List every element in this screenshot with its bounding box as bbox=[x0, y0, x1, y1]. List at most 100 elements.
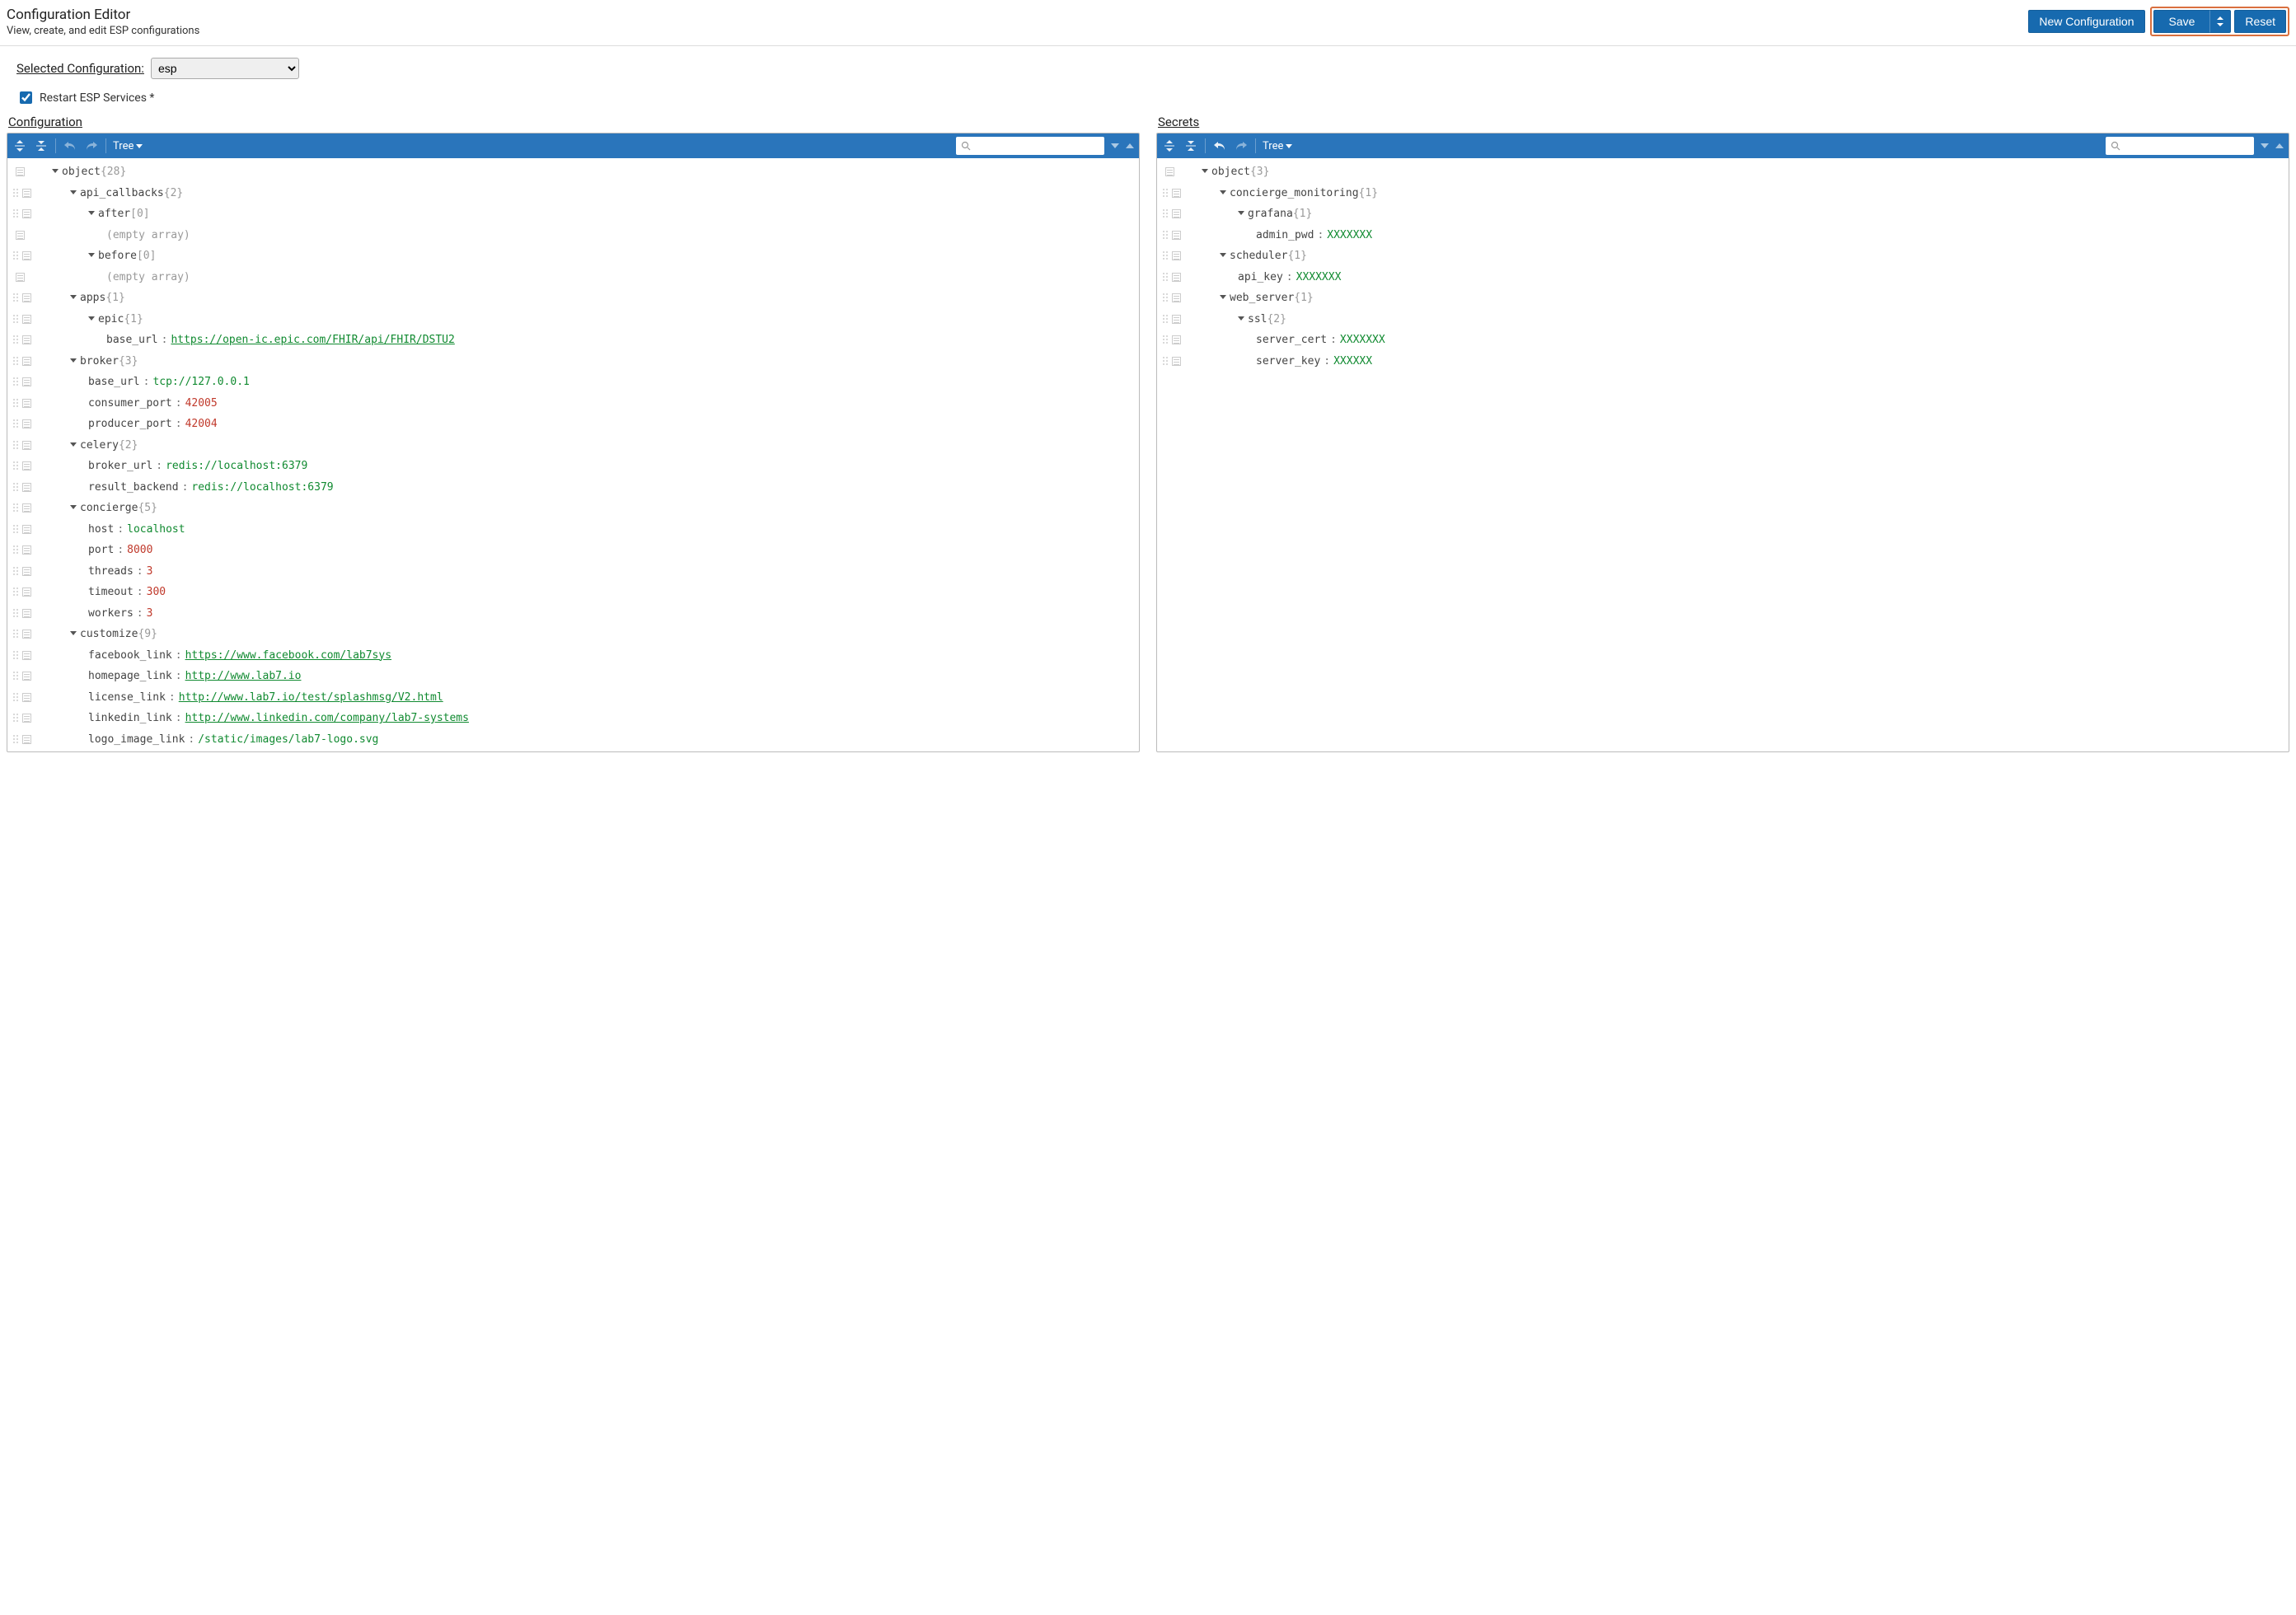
expand-caret-icon[interactable] bbox=[1238, 316, 1244, 321]
node-value[interactable]: redis://localhost:6379 bbox=[191, 480, 333, 496]
drag-handle-icon[interactable] bbox=[12, 692, 19, 703]
view-mode-dropdown[interactable]: Tree bbox=[113, 140, 143, 152]
drag-handle-icon[interactable] bbox=[12, 566, 19, 577]
drag-handle-icon[interactable] bbox=[12, 398, 19, 409]
tree-row[interactable]: server_key:XXXXXX bbox=[1157, 351, 2289, 372]
expand-caret-icon[interactable] bbox=[70, 358, 77, 363]
tree-row[interactable]: logo_image_link:/static/images/lab7-logo… bbox=[7, 729, 1139, 751]
row-menu-icon[interactable] bbox=[1172, 357, 1181, 366]
search-prev-button[interactable] bbox=[1126, 143, 1134, 148]
search-next-button[interactable] bbox=[2261, 143, 2269, 148]
node-value[interactable]: localhost bbox=[127, 522, 185, 538]
row-menu-icon[interactable] bbox=[1172, 273, 1181, 282]
drag-handle-icon[interactable] bbox=[12, 524, 19, 535]
drag-handle-icon[interactable] bbox=[12, 650, 19, 661]
drag-handle-icon[interactable] bbox=[12, 545, 19, 555]
collapse-all-button[interactable] bbox=[34, 138, 49, 153]
drag-handle-icon[interactable] bbox=[12, 377, 19, 387]
drag-handle-icon[interactable] bbox=[12, 356, 19, 367]
node-value[interactable]: https://open-ic.epic.com/FHIR/api/FHIR/D… bbox=[171, 332, 454, 349]
tree-row[interactable]: server_cert:XXXXXXX bbox=[1157, 330, 2289, 351]
expand-caret-icon[interactable] bbox=[88, 253, 95, 257]
tree-row[interactable]: license_link:http://www.lab7.io/test/spl… bbox=[7, 687, 1139, 709]
row-menu-icon[interactable] bbox=[22, 209, 31, 218]
save-dropdown-button[interactable] bbox=[2210, 10, 2231, 33]
drag-handle-icon[interactable] bbox=[12, 503, 19, 513]
row-menu-icon[interactable] bbox=[22, 693, 31, 702]
node-value[interactable]: tcp://127.0.0.1 bbox=[152, 374, 249, 391]
expand-caret-icon[interactable] bbox=[70, 442, 77, 447]
row-menu-icon[interactable] bbox=[22, 189, 31, 198]
expand-caret-icon[interactable] bbox=[88, 211, 95, 215]
undo-button[interactable] bbox=[1212, 138, 1227, 153]
row-menu-icon[interactable] bbox=[16, 167, 25, 176]
row-menu-icon[interactable] bbox=[1172, 335, 1181, 344]
row-menu-icon[interactable] bbox=[22, 567, 31, 576]
tree-row[interactable]: admin_pwd:XXXXXXX bbox=[1157, 225, 2289, 246]
row-menu-icon[interactable] bbox=[22, 377, 31, 386]
view-mode-dropdown[interactable]: Tree bbox=[1263, 140, 1292, 152]
tree-row[interactable]: celery {2} bbox=[7, 435, 1139, 456]
row-menu-icon[interactable] bbox=[1172, 209, 1181, 218]
row-menu-icon[interactable] bbox=[22, 251, 31, 260]
row-menu-icon[interactable] bbox=[22, 483, 31, 492]
row-menu-icon[interactable] bbox=[22, 357, 31, 366]
drag-handle-icon[interactable] bbox=[1162, 208, 1169, 219]
tree-row[interactable]: object {3} bbox=[1157, 162, 2289, 183]
tree-row[interactable]: consumer_port:42005 bbox=[7, 393, 1139, 414]
drag-handle-icon[interactable] bbox=[12, 671, 19, 681]
drag-handle-icon[interactable] bbox=[1162, 230, 1169, 241]
drag-handle-icon[interactable] bbox=[12, 629, 19, 639]
row-menu-icon[interactable] bbox=[22, 630, 31, 639]
row-menu-icon[interactable] bbox=[1165, 167, 1174, 176]
row-menu-icon[interactable] bbox=[1172, 293, 1181, 302]
tree-row[interactable]: after [0] bbox=[7, 204, 1139, 225]
row-menu-icon[interactable] bbox=[22, 399, 31, 408]
expand-caret-icon[interactable] bbox=[1238, 211, 1244, 215]
collapse-all-button[interactable] bbox=[1183, 138, 1198, 153]
row-menu-icon[interactable] bbox=[22, 335, 31, 344]
expand-caret-icon[interactable] bbox=[70, 190, 77, 194]
expand-caret-icon[interactable] bbox=[1220, 190, 1226, 194]
node-value[interactable]: https://www.facebook.com/lab7sys bbox=[185, 648, 391, 664]
node-value[interactable]: 42005 bbox=[185, 396, 218, 412]
tree-row[interactable]: broker {3} bbox=[7, 351, 1139, 372]
tree-row[interactable]: port:8000 bbox=[7, 540, 1139, 561]
expand-caret-icon[interactable] bbox=[52, 169, 59, 173]
row-menu-icon[interactable] bbox=[22, 609, 31, 618]
restart-services-checkbox[interactable] bbox=[20, 91, 32, 104]
tree-row[interactable]: concierge {5} bbox=[7, 498, 1139, 519]
row-menu-icon[interactable] bbox=[22, 672, 31, 681]
drag-handle-icon[interactable] bbox=[1162, 314, 1169, 325]
tree-row[interactable]: linkedin_link:http://www.linkedin.com/co… bbox=[7, 708, 1139, 729]
drag-handle-icon[interactable] bbox=[12, 482, 19, 493]
row-menu-icon[interactable] bbox=[22, 651, 31, 660]
expand-all-button[interactable] bbox=[1162, 138, 1177, 153]
tree-row[interactable]: (empty array) bbox=[7, 225, 1139, 246]
tree-row[interactable]: producer_port:42004 bbox=[7, 414, 1139, 435]
drag-handle-icon[interactable] bbox=[12, 713, 19, 723]
row-menu-icon[interactable] bbox=[22, 293, 31, 302]
tree-row[interactable]: base_url:https://open-ic.epic.com/FHIR/a… bbox=[7, 330, 1139, 351]
node-value[interactable]: 3 bbox=[147, 606, 153, 622]
tree-row[interactable]: before [0] bbox=[7, 246, 1139, 267]
tree-row[interactable]: apps {1} bbox=[7, 288, 1139, 309]
node-value[interactable]: XXXXXX bbox=[1333, 353, 1372, 370]
row-menu-icon[interactable] bbox=[22, 461, 31, 470]
row-menu-icon[interactable] bbox=[22, 587, 31, 597]
reset-button[interactable]: Reset bbox=[2234, 10, 2286, 33]
tree-row[interactable]: (empty array) bbox=[7, 267, 1139, 288]
drag-handle-icon[interactable] bbox=[1162, 356, 1169, 367]
row-menu-icon[interactable] bbox=[22, 315, 31, 324]
save-button[interactable]: Save bbox=[2153, 10, 2211, 33]
expand-caret-icon[interactable] bbox=[1202, 169, 1208, 173]
drag-handle-icon[interactable] bbox=[12, 314, 19, 325]
secrets-tree-body[interactable]: object {3}concierge_monitoring {1}grafan… bbox=[1157, 158, 2289, 751]
expand-caret-icon[interactable] bbox=[88, 316, 95, 321]
row-menu-icon[interactable] bbox=[1172, 315, 1181, 324]
node-value[interactable]: 3 bbox=[147, 564, 153, 580]
tree-row[interactable]: timeout:300 bbox=[7, 582, 1139, 603]
drag-handle-icon[interactable] bbox=[1162, 188, 1169, 199]
node-value[interactable]: http://www.lab7.io/test/splashmsg/V2.htm… bbox=[179, 690, 443, 706]
expand-caret-icon[interactable] bbox=[70, 295, 77, 299]
